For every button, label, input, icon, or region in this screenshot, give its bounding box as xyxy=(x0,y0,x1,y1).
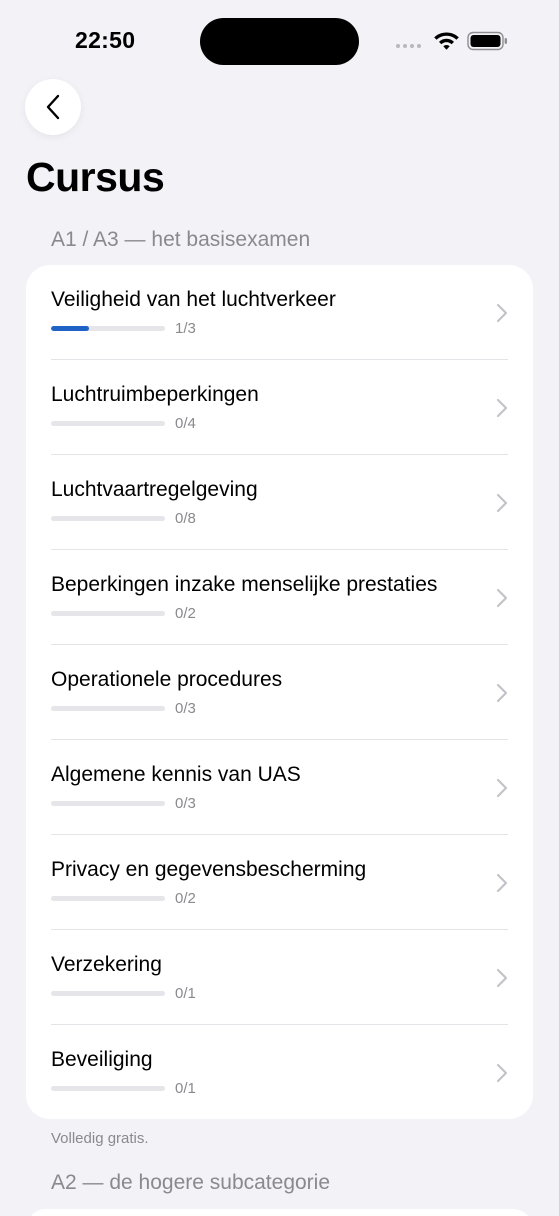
progress-bar xyxy=(51,991,165,996)
progress-label: 0/4 xyxy=(175,415,196,432)
chevron-right-icon xyxy=(496,493,508,513)
course-list-a1-a3: Veiligheid van het luchtverkeer 1/3 Luch… xyxy=(26,265,533,1119)
progress-label: 0/3 xyxy=(175,700,196,717)
course-title: Privacy en gegevensbescherming xyxy=(51,858,367,881)
course-row[interactable]: Luchtvaartregelgeving 0/8 xyxy=(26,455,533,550)
status-bar: 22:50 xyxy=(0,0,559,80)
screen: 22:50 Cursus A1 / A3 — het basisexamen V… xyxy=(0,0,559,1216)
progress-label: 0/8 xyxy=(175,510,196,527)
chevron-right-icon xyxy=(496,873,508,893)
chevron-right-icon xyxy=(496,778,508,798)
progress-bar xyxy=(51,896,165,901)
progress-bar xyxy=(51,801,165,806)
cellular-signal-icon xyxy=(396,44,421,48)
progress-label: 0/3 xyxy=(175,795,196,812)
progress-label: 0/1 xyxy=(175,1080,196,1097)
course-row[interactable]: Algemene kennis van UAS 0/3 xyxy=(26,740,533,835)
course-row[interactable]: Operationele procedures 0/3 xyxy=(26,645,533,740)
course-title: Operationele procedures xyxy=(51,668,283,691)
chevron-right-icon xyxy=(496,303,508,323)
progress-label: 0/2 xyxy=(175,605,196,622)
course-row[interactable]: Verzekering 0/1 xyxy=(26,930,533,1025)
progress-bar xyxy=(51,1086,165,1091)
course-title: Verzekering xyxy=(51,953,162,976)
course-title: Beperkingen inzake menselijke prestaties xyxy=(51,573,438,596)
course-title: Algemene kennis van UAS xyxy=(51,763,301,786)
chevron-right-icon xyxy=(496,588,508,608)
progress-bar xyxy=(51,706,165,711)
back-button[interactable] xyxy=(25,79,81,135)
progress-bar xyxy=(51,516,165,521)
dynamic-island xyxy=(200,18,359,65)
course-row[interactable]: Luchtruimbeperkingen 0/4 xyxy=(26,360,533,455)
chevron-right-icon xyxy=(496,398,508,418)
progress-fill xyxy=(51,326,89,331)
section-footnote: Volledig gratis. xyxy=(51,1130,149,1147)
battery-icon xyxy=(467,31,507,51)
chevron-left-icon xyxy=(46,94,60,120)
progress-bar xyxy=(51,326,165,331)
progress-label: 0/2 xyxy=(175,890,196,907)
course-title: Beveiliging xyxy=(51,1048,153,1071)
course-row[interactable]: Veiligheid van het luchtverkeer 1/3 xyxy=(26,265,533,360)
course-title: Veiligheid van het luchtverkeer xyxy=(51,288,336,311)
course-title: Luchtruimbeperkingen xyxy=(51,383,259,406)
course-row[interactable]: Beveiliging 0/1 xyxy=(26,1025,533,1119)
progress-label: 1/3 xyxy=(175,320,196,337)
wifi-icon xyxy=(434,32,459,50)
chevron-right-icon xyxy=(496,683,508,703)
section-header-a1-a3: A1 / A3 — het basisexamen xyxy=(51,228,311,251)
progress-bar xyxy=(51,421,165,426)
course-row[interactable]: Beperkingen inzake menselijke prestaties… xyxy=(26,550,533,645)
progress-bar xyxy=(51,611,165,616)
chevron-right-icon xyxy=(496,1063,508,1083)
course-title: Luchtvaartregelgeving xyxy=(51,478,258,501)
status-time: 22:50 xyxy=(75,27,136,53)
course-list-a2 xyxy=(26,1209,533,1216)
chevron-right-icon xyxy=(496,968,508,988)
page-title: Cursus xyxy=(26,154,165,200)
section-header-a2: A2 — de hogere subcategorie xyxy=(51,1171,331,1194)
progress-label: 0/1 xyxy=(175,985,196,1002)
course-row[interactable]: Privacy en gegevensbescherming 0/2 xyxy=(26,835,533,930)
